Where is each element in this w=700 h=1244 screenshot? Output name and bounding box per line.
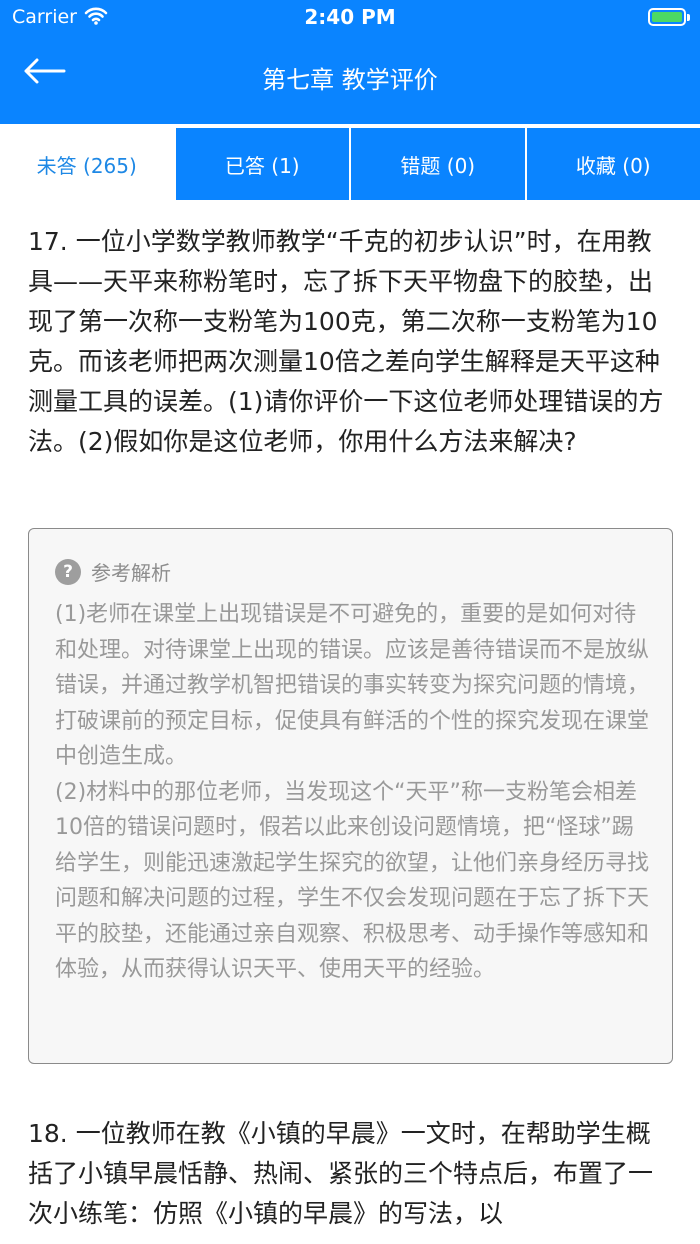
tab-answered[interactable]: 已答 (1) xyxy=(173,128,349,200)
tab-favorites[interactable]: 收藏 (0) xyxy=(524,128,700,200)
question-mark-icon: ? xyxy=(55,558,81,585)
tab-bar: 未答 (265) 已答 (1) 错题 (0) 收藏 (0) xyxy=(0,128,700,200)
status-time: 2:40 PM xyxy=(304,5,396,29)
answer-header: ? 参考解析 xyxy=(55,557,171,586)
status-bar: Carrier 2:40 PM xyxy=(0,0,700,36)
page-title: 第七章 教学评价 xyxy=(262,66,438,94)
battery-icon xyxy=(648,8,690,26)
question-17-text: 17. 一位小学数学教师教学“千克的初步认识”时，在用教具——天平来称粉笔时，忘… xyxy=(28,227,664,456)
tab-wrong[interactable]: 错题 (0) xyxy=(349,128,525,200)
question-18-text: 18. 一位教师在教《小镇的早晨》一文时，在帮助学生概括了小镇早晨恬静、热闹、紧… xyxy=(28,1119,654,1228)
answer-analysis-box: ? 参考解析 (1)老师在课堂上出现错误是不可避免的，重要的是如何对待和处理。对… xyxy=(28,528,673,1064)
answer-text: (1)老师在课堂上出现错误是不可避免的，重要的是如何对待和处理。对待课堂上出现的… xyxy=(55,602,650,982)
answer-label: 参考解析 xyxy=(91,561,171,585)
tab-unanswered[interactable]: 未答 (265) xyxy=(0,128,174,200)
nav-bar: 第七章 教学评价 xyxy=(0,36,700,124)
